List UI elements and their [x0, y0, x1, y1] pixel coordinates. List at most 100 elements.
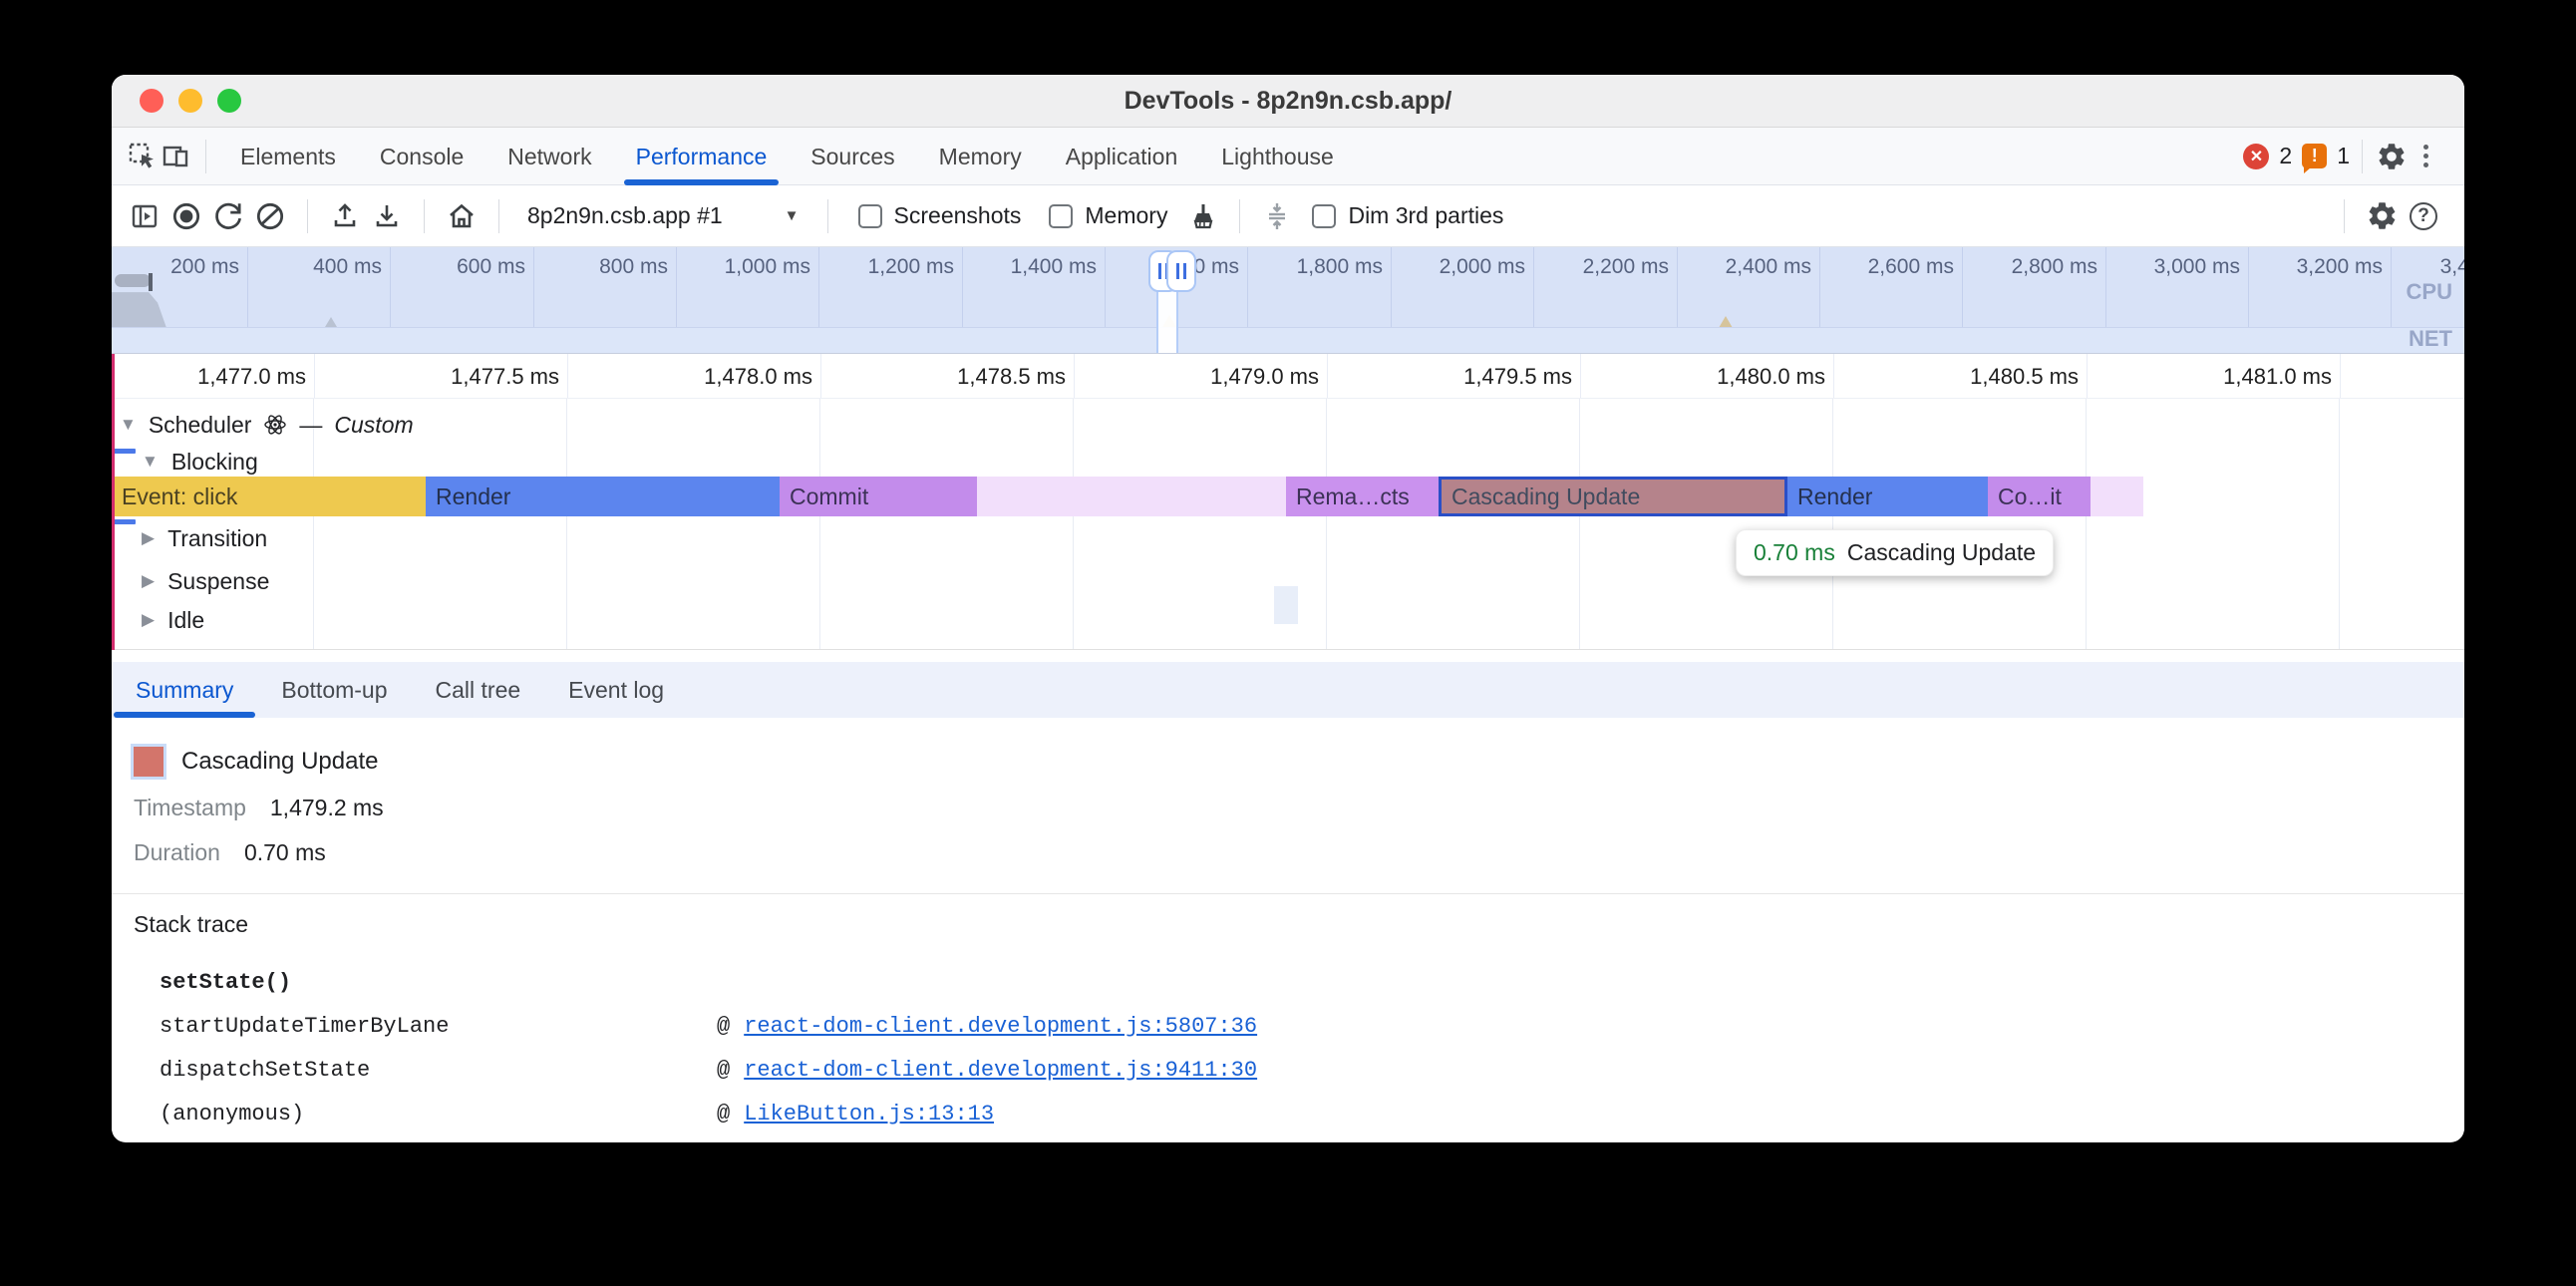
chevron-expanded-icon[interactable]: ▼	[120, 415, 137, 435]
cpu-label: CPU	[2407, 279, 2452, 305]
overview-grip-tick	[149, 273, 153, 291]
ruler-tick-label: 1,477.5 ms	[390, 354, 559, 399]
collapse-sanitize-icon[interactable]	[1260, 199, 1294, 233]
flame-bar[interactable]: Rema…cts	[1286, 477, 1439, 516]
record-and-reload-icon[interactable]	[211, 199, 245, 233]
event-title: Cascading Update	[181, 748, 378, 776]
ruler-tick-label: 1,481.0 ms	[2162, 354, 2332, 399]
help-icon[interactable]: ?	[2407, 199, 2440, 233]
overview-tick-label: 1,000 ms	[669, 255, 810, 279]
clear-icon[interactable]	[253, 199, 287, 233]
panel-tab[interactable]: Elements	[218, 128, 358, 185]
stack-frame: startUpdateTimerByLane @ react-dom-clien…	[160, 1004, 2464, 1048]
divider	[112, 893, 2464, 894]
selection-right-handle[interactable]	[1166, 250, 1196, 292]
ruler-tick-label: 1,480.0 ms	[1656, 354, 1825, 399]
download-profile-icon[interactable]	[370, 199, 404, 233]
flame-bar[interactable]: Co…it	[1988, 477, 2091, 516]
tooltip-duration: 0.70 ms	[1754, 539, 1835, 566]
traffic-lights	[140, 89, 241, 113]
panel-tab[interactable]: Console	[358, 128, 485, 185]
flame-bar[interactable]: Event: click	[112, 477, 426, 516]
source-link[interactable]: react-dom-client.development.js:9411:30	[744, 1058, 1257, 1083]
chevron-collapsed-icon[interactable]: ▶	[142, 528, 155, 548]
flame-bar[interactable]: Render	[426, 477, 780, 516]
selection-range[interactable]	[1156, 289, 1178, 354]
checkbox-box	[858, 204, 882, 228]
source-link[interactable]: LikeButton.js:13:13	[744, 1102, 994, 1126]
lane-row[interactable]: ▶ Transition	[142, 520, 267, 556]
inspect-element-icon[interactable]	[126, 140, 160, 173]
details-tab[interactable]: Call tree	[412, 662, 545, 718]
chevron-down-icon: ▼	[785, 207, 800, 224]
track-title: Scheduler	[149, 412, 252, 439]
flame-bar[interactable]	[977, 477, 1286, 516]
stack-frame: (anonymous) @ LikeButton.js:13:13	[160, 1092, 2464, 1135]
memory-checkbox[interactable]: Memory	[1039, 202, 1177, 229]
scheduler-track-header[interactable]: ▼ Scheduler — Custom	[120, 405, 414, 445]
summary-info-row: Duration 0.70 ms	[134, 837, 2464, 867]
stack-trace-list: setState() startUpdateTimerByLane @ reac…	[160, 960, 2464, 1135]
screenshots-checkbox[interactable]: Screenshots	[848, 202, 1032, 229]
ruler-tick-label: 1,478.5 ms	[896, 354, 1066, 399]
ruler-tick-label: 1,479.5 ms	[1403, 354, 1572, 399]
ruler-gridline	[2340, 354, 2341, 398]
react-atom-icon	[263, 413, 287, 437]
minimize-window-button[interactable]	[178, 89, 202, 113]
scheduler-track[interactable]: ▼ Scheduler — Custom ▼ Blocking Event: c…	[112, 399, 2464, 650]
flame-bar[interactable]: Cascading Update	[1439, 477, 1787, 516]
details-tab[interactable]: Bottom-up	[257, 662, 411, 718]
ruler-gridline	[1580, 354, 1581, 398]
lane-row[interactable]: ▶ Idle	[142, 602, 204, 638]
overview-grip-handle[interactable]	[115, 274, 151, 287]
chevron-expanded-icon[interactable]: ▼	[142, 452, 159, 472]
detail-time-ruler: 1,477.0 ms 1,477.5 ms 1,478.0 ms 1,478.5…	[112, 354, 2464, 399]
error-count: 2	[2279, 143, 2292, 169]
checkbox-box	[1049, 204, 1073, 228]
chevron-collapsed-icon[interactable]: ▶	[142, 571, 155, 591]
overview-tick-label: 3,400 ms	[2385, 255, 2464, 279]
close-window-button[interactable]	[140, 89, 163, 113]
details-tab[interactable]: Summary	[112, 662, 257, 718]
titlebar: DevTools - 8p2n9n.csb.app/	[112, 75, 2464, 128]
details-tab[interactable]: Event log	[544, 662, 688, 718]
panel-tab[interactable]: Lighthouse	[1199, 128, 1356, 185]
ruler-tick-label: 1,478.0 ms	[643, 354, 812, 399]
issues-badges[interactable]: ✕ 2 ! 1	[2243, 143, 2350, 169]
devtools-window: DevTools - 8p2n9n.csb.app/ Elements	[112, 75, 2464, 1142]
panel-tab[interactable]: Performance	[614, 128, 790, 185]
device-toolbar-icon[interactable]	[160, 140, 193, 173]
tooltip-label: Cascading Update	[1847, 539, 2036, 566]
zoom-window-button[interactable]	[217, 89, 241, 113]
devtools-tabbar: Elements Console Network Performance	[112, 128, 2464, 185]
panel-tab[interactable]: Sources	[789, 128, 916, 185]
overview-tick-label: 3,000 ms	[2098, 255, 2240, 279]
panel-tab[interactable]: Network	[485, 128, 613, 185]
capture-settings-gear-icon[interactable]	[2365, 199, 2399, 233]
panel-tab[interactable]: Memory	[917, 128, 1044, 185]
overview-tick-label: 3,200 ms	[2241, 255, 2383, 279]
overview-tick-label: 2,000 ms	[1384, 255, 1525, 279]
faint-artifact	[1274, 586, 1298, 624]
garbage-collect-icon[interactable]	[1185, 199, 1219, 233]
upload-profile-icon[interactable]	[328, 199, 362, 233]
overview-tick-label: 2,400 ms	[1670, 255, 1811, 279]
warning-icon: !	[2302, 144, 2327, 168]
timeline-overview[interactable]: 200 ms 400 ms 600 ms 800 ms	[112, 247, 2464, 354]
show-sidebar-icon[interactable]	[128, 199, 161, 233]
source-link[interactable]: react-dom-client.development.js:5807:36	[744, 1014, 1257, 1039]
more-options-icon[interactable]	[2409, 140, 2442, 173]
lane-row[interactable]: ▶ Suspense	[142, 563, 269, 599]
record-icon[interactable]	[169, 199, 203, 233]
dim-3rd-parties-checkbox[interactable]: Dim 3rd parties	[1302, 202, 1513, 229]
flame-bar[interactable]: Commit	[780, 477, 977, 516]
flame-bar[interactable]: Render	[1787, 477, 1988, 516]
panel-tab[interactable]: Application	[1044, 128, 1200, 185]
stack-frame: dispatchSetState @ react-dom-client.deve…	[160, 1048, 2464, 1092]
home-icon[interactable]	[445, 199, 479, 233]
target-select-dropdown[interactable]: 8p2n9n.csb.app #1 ▼	[519, 202, 807, 229]
chevron-collapsed-icon[interactable]: ▶	[142, 610, 155, 630]
lane-blocking[interactable]: ▼ Blocking	[142, 444, 258, 480]
settings-gear-icon[interactable]	[2375, 140, 2409, 173]
flame-bar[interactable]	[2091, 477, 2143, 516]
